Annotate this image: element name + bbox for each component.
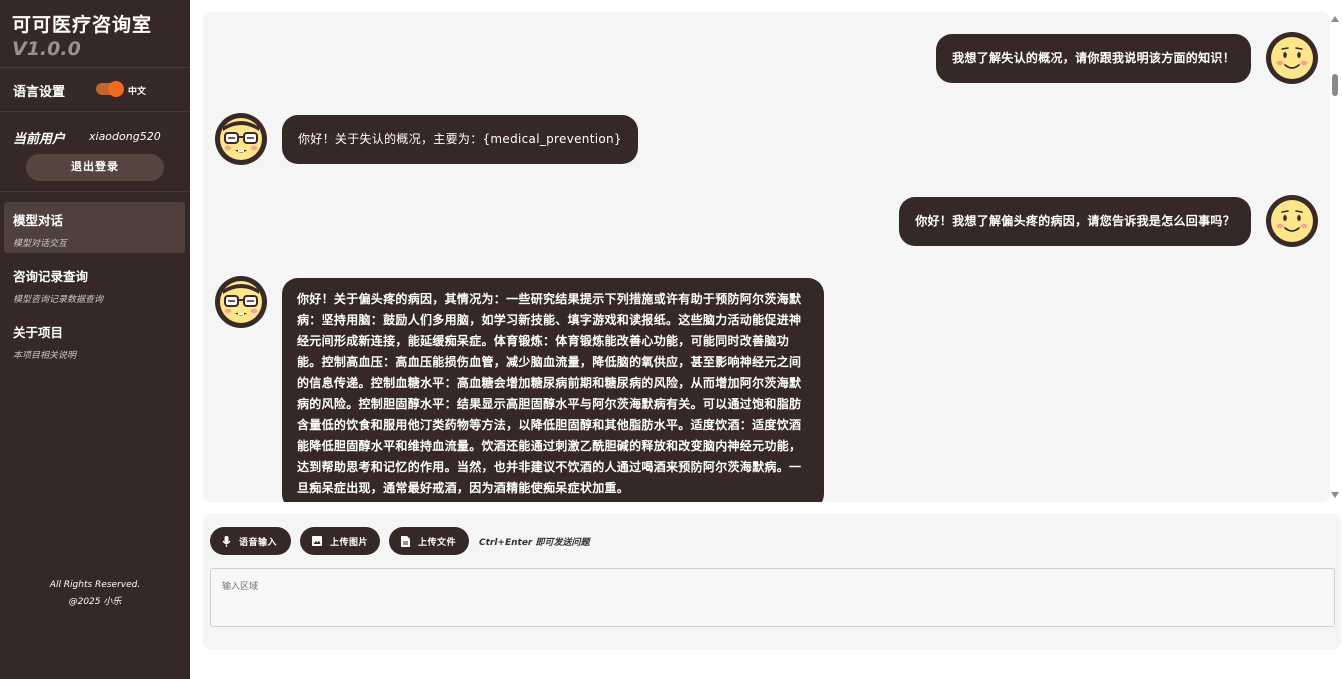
scroll-down-arrow-icon[interactable] [1331,492,1339,498]
nav-item-history[interactable]: 咨询记录查询 模型咨询记录数据查询 [4,258,185,309]
user-message-bubble: 你好！我想了解偏头疼的病因，请您告诉我是怎么回事吗？ [899,197,1251,246]
nav-item-title: 咨询记录查询 [13,269,89,284]
nav-item-subtitle: 本项目相关说明 [13,351,77,361]
chat-scrollbar[interactable] [1330,12,1342,502]
voice-input-label: 语音输入 [239,536,278,547]
assistant-message-bubble: 你好！关于失认的概况，主要为：{medical_prevention} [282,115,638,164]
language-toggle[interactable] [96,81,124,97]
sidebar: 可可医疗咨询室 V1.0.0 语言设置 中文 当前用户 xiaodong520 … [0,0,190,679]
app-version: V1.0.0 [12,38,81,60]
divider [0,111,190,112]
mic-icon [222,535,231,547]
send-hint: Ctrl+Enter 即可发送问题 [479,538,590,548]
nav-item-subtitle: 模型咨询记录数据查询 [13,295,104,305]
current-user-name: xiaodong520 [89,130,161,143]
input-panel: 语音输入 上传图片 上传文件 Ctrl+Enter 即可发送问题 [203,514,1341,650]
glasses-face-icon [215,113,267,165]
current-user-label: 当前用户 [13,132,66,147]
language-label: 语言设置 [13,85,66,100]
divider [0,67,190,68]
image-icon [312,536,322,546]
file-icon [401,535,410,547]
divider [0,191,190,192]
nav-item-model-chat[interactable]: 模型对话 模型对话交互 [4,202,185,253]
upload-file-label: 上传文件 [418,536,457,547]
upload-image-label: 上传图片 [330,536,369,547]
toggle-knob[interactable] [108,81,124,97]
voice-input-button[interactable]: 语音输入 [210,527,291,555]
scroll-thumb[interactable] [1332,74,1338,96]
upload-image-button[interactable]: 上传图片 [300,527,380,555]
footer-rights: All Rights Reserved. [49,580,141,590]
glasses-face-icon [215,276,267,328]
assistant-message-bubble: 你好！关于偏头疼的病因，其情况为：一些研究结果提示下列措施或许有助于预防阿尔茨海… [282,278,824,502]
upload-file-button[interactable]: 上传文件 [389,527,469,555]
footer-copyright: @2025 小乐 [68,597,122,607]
scroll-up-arrow-icon[interactable] [1331,16,1339,22]
smiley-face-icon [1266,195,1318,247]
logout-button[interactable]: 退出登录 [26,154,164,181]
nav-item-subtitle: 模型对话交互 [13,239,68,249]
language-value: 中文 [128,87,147,97]
nav-item-about[interactable]: 关于项目 本项目相关说明 [4,314,185,365]
nav-item-title: 模型对话 [13,213,64,228]
smiley-face-icon [1266,32,1318,84]
nav-item-title: 关于项目 [13,325,64,340]
message-input[interactable] [210,568,1335,627]
user-message-bubble: 我想了解失认的概况，请你跟我说明该方面的知识！ [936,34,1251,83]
chat-history: 我想了解失认的概况，请你跟我说明该方面的知识！ 你好！关于失认的概况，主要为：{… [203,12,1330,502]
app-title: 可可医疗咨询室 [12,14,153,36]
